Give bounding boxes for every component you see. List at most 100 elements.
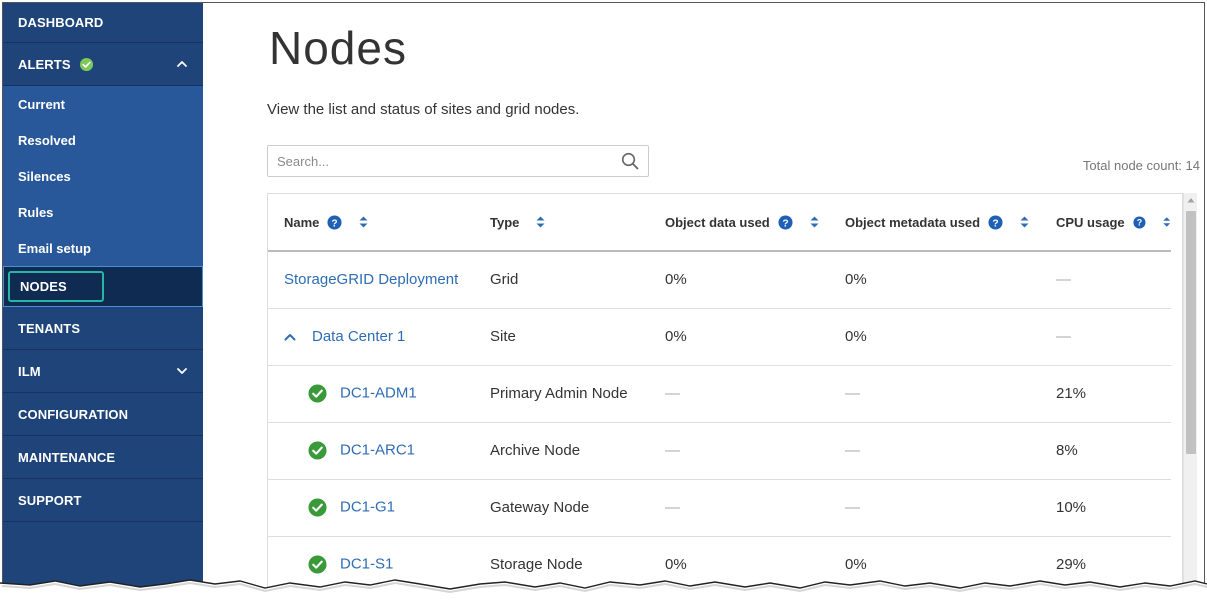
sort-icon[interactable] — [535, 215, 546, 229]
sort-icon[interactable] — [1162, 215, 1171, 229]
sidebar-subitem-label: Resolved — [18, 132, 76, 148]
sidebar-subitem-label: Current — [18, 96, 65, 112]
cell-cpu-usage: — — [1040, 308, 1171, 366]
sidebar-item-label: TENANTS — [18, 320, 81, 336]
sidebar-item-support[interactable]: SUPPORT — [3, 479, 203, 522]
table-header-row: Name ? Type Object data used ? Object me… — [268, 194, 1171, 252]
cell-type: Gateway Node — [474, 479, 649, 537]
table-scrollbar[interactable] — [1183, 193, 1197, 606]
chevron-up-icon[interactable] — [284, 332, 296, 342]
node-link-dc1-adm1[interactable]: DC1-ADM1 — [340, 384, 417, 401]
svg-text:?: ? — [1136, 217, 1141, 227]
node-link-dc1-s1[interactable]: DC1-S1 — [340, 555, 393, 572]
cell-object-metadata-used: — — [829, 422, 1040, 480]
cell-cpu-usage: 10% — [1040, 479, 1171, 537]
cell-object-data-used: — — [649, 479, 829, 537]
torn-edge-decoration — [0, 579, 1207, 608]
help-icon[interactable]: ? — [778, 214, 793, 230]
sidebar-item-alerts[interactable]: ALERTS — [3, 43, 203, 86]
sort-icon[interactable] — [358, 215, 369, 229]
sidebar-subitem-label: Silences — [18, 168, 71, 184]
cell-cpu-usage: 21% — [1040, 365, 1171, 423]
app-window: DASHBOARD ALERTS Current Resolved Silenc… — [2, 2, 1205, 606]
sidebar-item-ilm[interactable]: ILM — [3, 350, 203, 393]
help-icon[interactable]: ? — [1133, 215, 1146, 230]
main-content: Nodes View the list and status of sites … — [203, 3, 1204, 606]
column-header-cpu-usage[interactable]: CPU usage ? — [1040, 194, 1171, 252]
help-icon[interactable]: ? — [988, 214, 1003, 230]
cell-name: Data Center 1 — [268, 308, 474, 366]
column-header-type[interactable]: Type — [474, 194, 649, 252]
cell-object-data-used: — — [649, 422, 829, 480]
sidebar-item-maintenance[interactable]: MAINTENANCE — [3, 436, 203, 479]
cell-type: Site — [474, 308, 649, 366]
scroll-up-arrow-icon[interactable] — [1187, 197, 1195, 203]
node-link-dc1-g1[interactable]: DC1-G1 — [340, 498, 395, 515]
cell-object-data-used: 0% — [649, 308, 829, 366]
scrollbar-thumb[interactable] — [1186, 211, 1196, 454]
svg-text:?: ? — [992, 218, 998, 229]
cell-type: Archive Node — [474, 422, 649, 480]
search-input[interactable] — [268, 146, 608, 176]
nodes-table: Name ? Type Object data used ? Object me… — [267, 193, 1183, 606]
search-box — [267, 145, 649, 177]
column-header-name[interactable]: Name ? — [268, 194, 474, 252]
cell-type: Primary Admin Node — [474, 365, 649, 423]
help-icon[interactable]: ? — [327, 214, 342, 230]
sidebar-subitem-email-setup[interactable]: Email setup — [3, 230, 203, 266]
check-circle-icon — [79, 57, 93, 71]
page-description: View the list and status of sites and gr… — [267, 101, 580, 118]
sort-icon[interactable] — [1019, 215, 1030, 229]
check-circle-icon — [308, 498, 327, 517]
total-node-count: Total node count: 14 — [1082, 158, 1200, 173]
sidebar-subitem-label: Email setup — [18, 240, 91, 256]
column-header-label: CPU usage — [1056, 214, 1125, 230]
cell-cpu-usage: 8% — [1040, 422, 1171, 480]
sidebar-subitem-resolved[interactable]: Resolved — [3, 122, 203, 158]
cell-object-metadata-used: 0% — [829, 308, 1040, 366]
sidebar-item-configuration[interactable]: CONFIGURATION — [3, 393, 203, 436]
table-row: StorageGRID Deployment Grid 0% 0% — — [268, 251, 1171, 309]
sidebar-item-label: NODES — [20, 279, 67, 294]
table-row: DC1-ARC1 Archive Node — — 8% — [268, 422, 1171, 480]
sidebar-subitem-current[interactable]: Current — [3, 86, 203, 122]
sidebar-item-tenants[interactable]: TENANTS — [3, 307, 203, 350]
cell-name: DC1-ARC1 — [268, 422, 474, 480]
sidebar-item-dashboard[interactable]: DASHBOARD — [3, 3, 203, 43]
sidebar-item-label: SUPPORT — [18, 492, 82, 508]
sidebar-subitem-label: Rules — [18, 204, 54, 220]
node-link-dc1-arc1[interactable]: DC1-ARC1 — [340, 441, 415, 458]
chevron-up-icon[interactable] — [175, 57, 189, 71]
column-header-label: Object data used — [665, 214, 770, 230]
cell-object-metadata-used: 0% — [829, 251, 1040, 309]
svg-text:?: ? — [782, 218, 788, 229]
cell-name: StorageGRID Deployment — [268, 251, 474, 309]
chevron-down-icon[interactable] — [175, 364, 189, 378]
sidebar-item-nodes[interactable]: NODES — [3, 266, 203, 307]
selection-outline: NODES — [8, 271, 104, 302]
cell-cpu-usage: — — [1040, 251, 1171, 309]
node-link-grid[interactable]: StorageGRID Deployment — [284, 271, 458, 288]
svg-text:?: ? — [332, 218, 338, 229]
search-icon[interactable] — [621, 152, 639, 170]
cell-name: DC1-G1 — [268, 479, 474, 537]
cell-object-data-used: 0% — [649, 251, 829, 309]
column-header-label: Object metadata used — [845, 214, 981, 230]
check-circle-icon — [308, 441, 327, 460]
sort-icon[interactable] — [809, 215, 820, 229]
sidebar-item-label: DASHBOARD — [18, 15, 104, 30]
sidebar-item-label: ALERTS — [18, 56, 71, 72]
column-header-object-data-used[interactable]: Object data used ? — [649, 194, 829, 252]
sidebar-subitem-silences[interactable]: Silences — [3, 158, 203, 194]
sidebar-item-label: CONFIGURATION — [18, 406, 129, 422]
cell-object-metadata-used: — — [829, 365, 1040, 423]
cell-object-data-used: — — [649, 365, 829, 423]
sidebar: DASHBOARD ALERTS Current Resolved Silenc… — [3, 3, 203, 606]
table-row: DC1-G1 Gateway Node — — 10% — [268, 479, 1171, 537]
column-header-label: Type — [490, 214, 520, 230]
column-header-label: Name — [284, 214, 320, 230]
sidebar-item-label: MAINTENANCE — [18, 449, 116, 465]
column-header-object-metadata-used[interactable]: Object metadata used ? — [829, 194, 1040, 252]
sidebar-subitem-rules[interactable]: Rules — [3, 194, 203, 230]
node-link-site[interactable]: Data Center 1 — [312, 328, 405, 345]
